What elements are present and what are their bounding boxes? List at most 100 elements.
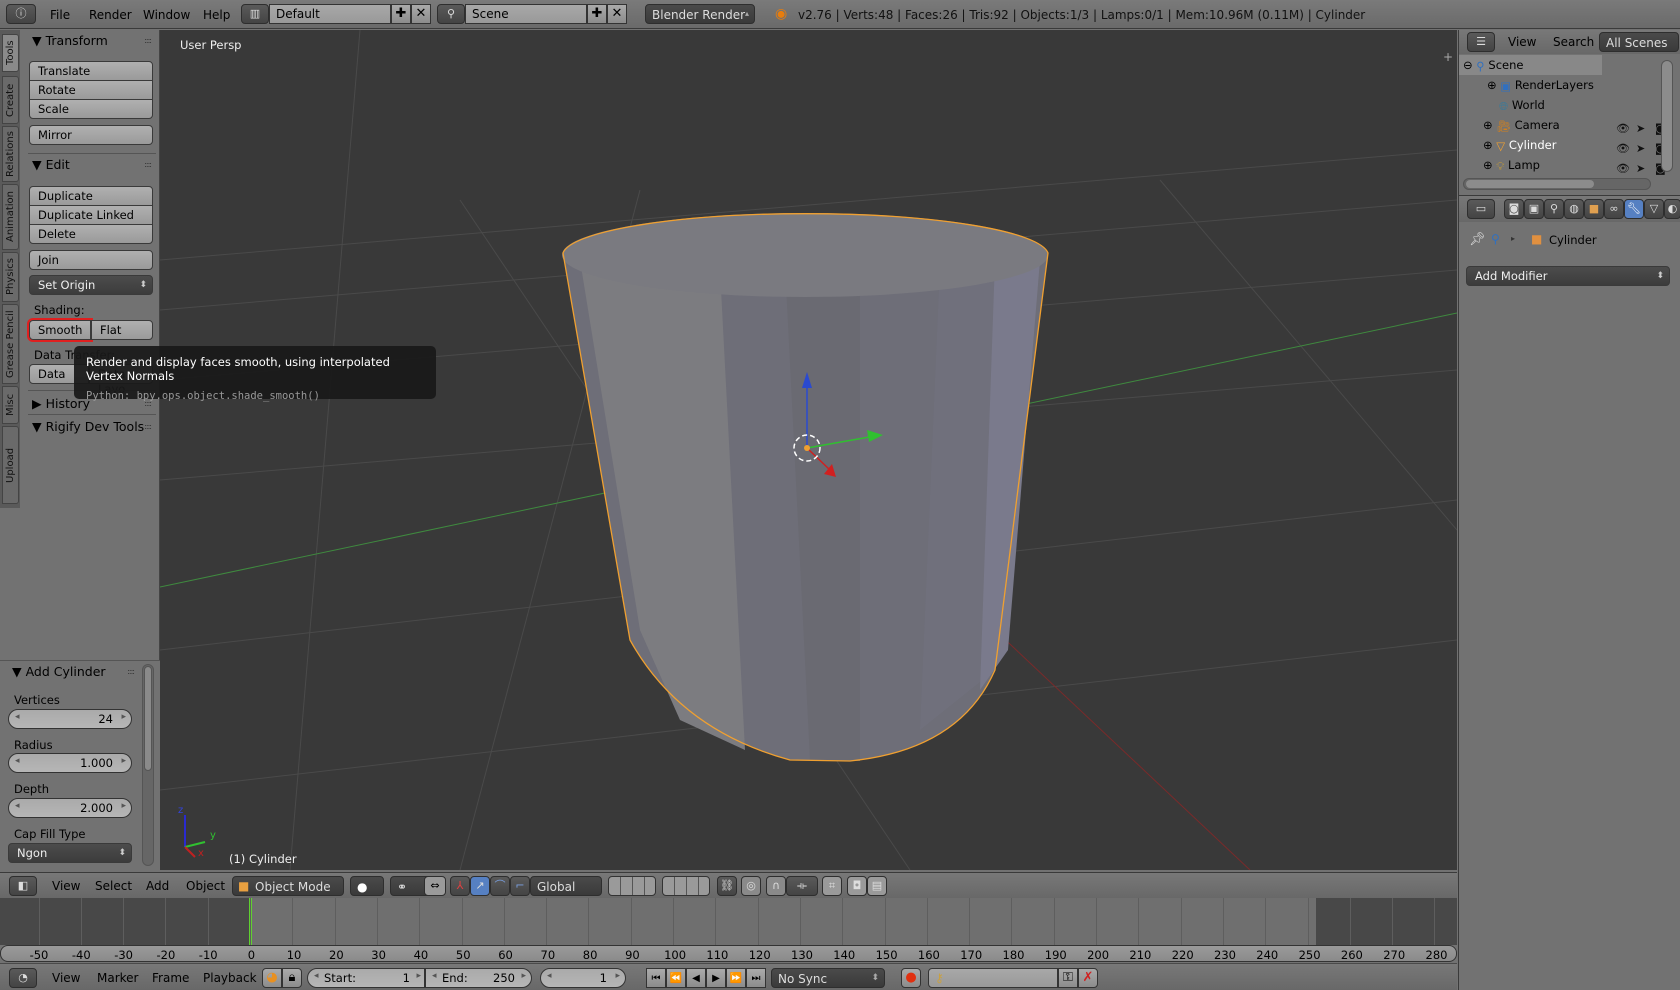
add-screen-button[interactable]: ✚: [391, 4, 411, 24]
snap-toggle[interactable]: ∩: [766, 876, 786, 896]
context-object-tab[interactable]: ■: [1584, 199, 1604, 219]
jump-to-keyframe-next-button[interactable]: ⏩: [726, 968, 746, 988]
increment-icon[interactable]: ▸: [615, 971, 620, 981]
camera-select-cursor-icon[interactable]: ➤: [1636, 122, 1645, 135]
opengl-render-button[interactable]: ◘: [847, 876, 867, 896]
menu-add[interactable]: Add: [146, 879, 169, 893]
camera-visibility-eye-icon[interactable]: 👁︎: [1616, 122, 1630, 135]
timeline-menu-playback[interactable]: Playback: [203, 971, 257, 985]
rotate-manipulator[interactable]: ⌒: [490, 876, 510, 896]
context-renderlayers-tab[interactable]: ▣: [1524, 199, 1544, 219]
menu-window[interactable]: Window: [143, 8, 190, 22]
rigify-panel-header[interactable]: ▼ Rigify Dev Tools: [32, 419, 144, 434]
jump-to-keyframe-prev-button[interactable]: ⏪: [666, 968, 686, 988]
outliner-item-camera[interactable]: ⊕ 🎥︎ Camera: [1459, 115, 1609, 135]
timeline-menu-frame[interactable]: Frame: [152, 971, 189, 985]
mirror-button[interactable]: Mirror: [29, 125, 153, 145]
scale-button[interactable]: Scale: [29, 99, 153, 119]
editor-type-3d-button[interactable]: ◧: [9, 876, 37, 896]
drag-grip-icon[interactable]: ::::: [144, 36, 152, 45]
insert-keyframe-button[interactable]: ⚿: [1058, 968, 1078, 988]
outliner-item-renderlayers[interactable]: ⊕ ▣ RenderLayers: [1459, 75, 1609, 95]
increment-icon[interactable]: ▸: [416, 971, 421, 981]
timeline-area[interactable]: [0, 898, 1457, 945]
tab-animation[interactable]: Animation: [2, 184, 19, 250]
frame-ruler[interactable]: -50 -40 -30 -20 -10 0 10 20 30 40 50 60 70 80 90 100 110…: [0, 945, 1457, 962]
translate-button[interactable]: Translate: [29, 61, 153, 81]
mode-dropdown[interactable]: ■ Object Mode: [232, 876, 344, 896]
lock-layers-button[interactable]: ⛓: [717, 876, 737, 896]
increment-icon[interactable]: ▸: [121, 756, 126, 766]
scene-field[interactable]: Scene: [465, 4, 587, 24]
radius-field[interactable]: ◂ 1.000 ▸: [8, 753, 132, 773]
timeline-menu-view[interactable]: View: [52, 971, 80, 985]
jump-to-end-button[interactable]: ⏭: [746, 968, 766, 988]
lamp-select-cursor-icon[interactable]: ➤: [1636, 162, 1645, 175]
translate-manipulator[interactable]: ⅄: [450, 876, 470, 896]
increment-icon[interactable]: ▸: [121, 801, 126, 811]
jump-to-start-button[interactable]: ⏮: [646, 968, 666, 988]
tab-create[interactable]: Create: [2, 76, 19, 124]
timeline-menu-marker[interactable]: Marker: [97, 971, 138, 985]
panel-scrollbar[interactable]: [142, 664, 154, 866]
3d-viewport[interactable]: User Persp z y x (1) Cylinder +: [160, 30, 1457, 870]
context-constraints-tab[interactable]: ∞: [1604, 199, 1624, 219]
outliner-item-lamp[interactable]: ⊕ 💡︎ Lamp: [1459, 155, 1609, 175]
tab-physics[interactable]: Physics: [2, 252, 19, 302]
menu-help[interactable]: Help: [203, 8, 230, 22]
depth-field[interactable]: ◂ 2.000 ▸: [8, 798, 132, 818]
edit-panel-header[interactable]: ▼ Edit: [32, 157, 70, 172]
context-material-tab[interactable]: ◐: [1664, 199, 1680, 219]
snap-element-dropdown[interactable]: ⟛: [786, 876, 818, 896]
proportional-edit-button[interactable]: ◎: [741, 876, 761, 896]
start-frame-field[interactable]: ◂ Start: 1 ▸: [307, 968, 425, 988]
expand-icon[interactable]: ⊕: [1483, 138, 1493, 152]
decrement-icon[interactable]: ◂: [15, 801, 20, 811]
render-engine-dropdown[interactable]: Blender Render ▴: [645, 4, 755, 24]
editor-type-timeline-button[interactable]: ◔: [9, 968, 37, 988]
vertices-field[interactable]: ◂ 24 ▸: [8, 709, 132, 729]
decrement-icon[interactable]: ◂: [432, 971, 437, 981]
region-toggle-plus-icon[interactable]: +: [1443, 50, 1453, 64]
delete-screen-button[interactable]: ✕: [411, 4, 431, 24]
outliner-display-mode-dropdown[interactable]: All Scenes: [1599, 32, 1679, 52]
cylinder-visibility-eye-icon[interactable]: 👁︎: [1616, 142, 1630, 155]
transform-panel-header[interactable]: ▼ Transform: [32, 33, 108, 48]
delete-button[interactable]: Delete: [29, 224, 153, 244]
outliner-h-scrollbar[interactable]: [1463, 178, 1651, 190]
pin-icon[interactable]: 📌︎: [1469, 232, 1486, 247]
drag-grip-icon[interactable]: ::::: [144, 422, 152, 431]
outliner-menu-search[interactable]: Search: [1553, 35, 1594, 49]
expand-icon[interactable]: ⊕: [1487, 78, 1497, 92]
play-button[interactable]: ▶: [706, 968, 726, 988]
decrement-icon[interactable]: ◂: [314, 971, 319, 981]
tab-upload[interactable]: Upload: [2, 426, 19, 504]
outliner-item-world[interactable]: 🌐︎ World: [1459, 95, 1609, 115]
duplicate-button[interactable]: Duplicate: [29, 186, 153, 206]
scene-browse-button[interactable]: ⚲: [437, 4, 465, 24]
outliner-v-scrollbar[interactable]: [1661, 60, 1673, 172]
shading-smooth-button[interactable]: Smooth: [27, 318, 93, 342]
keying-set-field[interactable]: ⚷: [928, 968, 1058, 988]
context-data-tab[interactable]: ▽: [1644, 199, 1664, 219]
add-scene-button[interactable]: ✚: [587, 4, 607, 24]
cap-fill-dropdown[interactable]: Ngon ⬍: [8, 843, 132, 863]
cylinder-object[interactable]: [562, 213, 1049, 762]
orientation-dropdown[interactable]: Global: [530, 876, 602, 896]
end-frame-field[interactable]: ◂ End: 250 ▸: [425, 968, 532, 988]
context-modifiers-tab[interactable]: 🔧︎: [1624, 199, 1644, 219]
translate-manipulator-active[interactable]: ↗: [470, 876, 490, 896]
menu-view[interactable]: View: [52, 879, 80, 893]
shading-flat-button[interactable]: Flat: [91, 320, 153, 340]
context-scene-tab[interactable]: ⚲: [1544, 199, 1564, 219]
add-cylinder-header[interactable]: ▼ Add Cylinder: [12, 664, 106, 679]
tab-misc[interactable]: Misc: [2, 386, 19, 424]
preview-range-button[interactable]: ◕: [262, 968, 282, 988]
current-frame-field[interactable]: ◂ 1 ▸: [540, 968, 626, 988]
tab-relations[interactable]: Relations: [2, 126, 19, 182]
screen-layout-browse-button[interactable]: ▥: [241, 4, 269, 24]
layers-grid-1[interactable]: [608, 876, 656, 896]
viewport-shading-dropdown[interactable]: ●: [350, 876, 384, 896]
drag-grip-icon[interactable]: ::::: [144, 160, 152, 169]
scrollbar-thumb[interactable]: [144, 666, 152, 771]
